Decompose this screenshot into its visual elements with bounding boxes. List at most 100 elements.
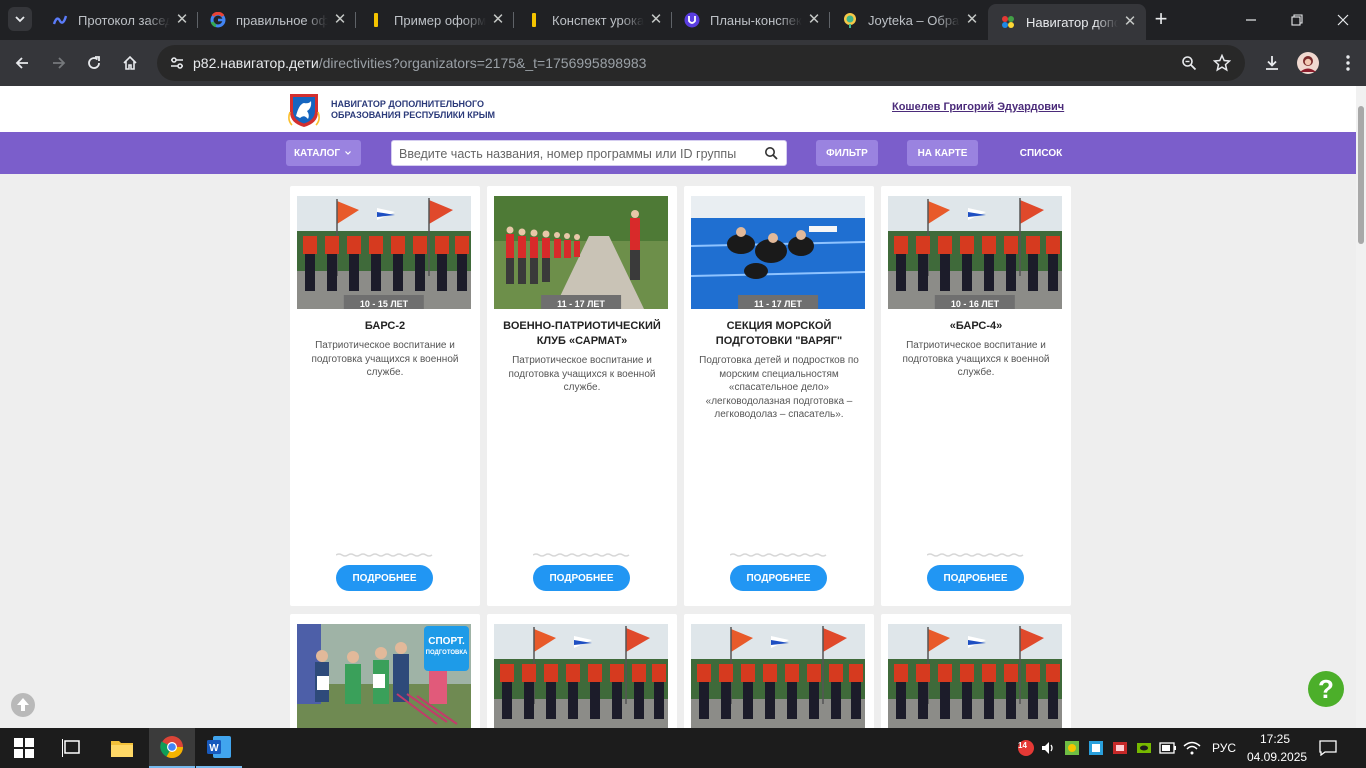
- chrome-taskbar-button[interactable]: [149, 728, 195, 768]
- program-photo-parade: [494, 624, 668, 728]
- details-button[interactable]: ПОДРОБНЕЕ: [336, 565, 433, 591]
- tray-app-icon-2[interactable]: [1086, 728, 1106, 768]
- yellow-bar-icon: [368, 12, 384, 28]
- start-button[interactable]: [0, 728, 48, 768]
- program-card[interactable]: 11 - 17 ЛЕТ СЕКЦИЯ МОРСКОЙ ПОДГОТОВКИ "В…: [684, 186, 874, 606]
- input-language[interactable]: РУС: [1212, 741, 1236, 755]
- restore-button[interactable]: [1274, 0, 1320, 40]
- browser-tab-active[interactable]: Навигатор допо ✕: [988, 4, 1146, 40]
- close-tab-icon[interactable]: ✕: [964, 12, 980, 28]
- browser-menu-button[interactable]: [1334, 49, 1362, 77]
- address-bar[interactable]: p82.навигатор.дети/directivities?organiz…: [157, 45, 1245, 81]
- tray-app-icon-3[interactable]: [1110, 728, 1130, 768]
- notification-badge-icon[interactable]: 14: [1015, 728, 1037, 768]
- details-button[interactable]: ПОДРОБНЕЕ: [927, 565, 1024, 591]
- wave-divider: [533, 553, 630, 557]
- wifi-icon[interactable]: [1182, 728, 1202, 768]
- close-tab-icon[interactable]: ✕: [1122, 14, 1138, 30]
- notification-count: 14: [1018, 741, 1027, 750]
- search-icon[interactable]: [764, 146, 778, 160]
- downloads-button[interactable]: [1258, 49, 1286, 77]
- forward-button[interactable]: [45, 49, 73, 77]
- zoom-icon[interactable]: [1179, 53, 1199, 73]
- doc-icon: [52, 12, 68, 28]
- battery-icon[interactable]: [1158, 728, 1178, 768]
- program-description: Патриотическое воспитание и подготовка у…: [508, 355, 656, 393]
- kebab-menu-icon: [1346, 55, 1350, 71]
- tab-title: Навигатор допо: [1026, 14, 1118, 30]
- wave-divider: [336, 553, 433, 557]
- nvidia-icon[interactable]: [1134, 728, 1154, 768]
- chevron-down-icon: [345, 151, 351, 155]
- profile-avatar[interactable]: [1294, 49, 1322, 77]
- site-info-button[interactable]: [165, 51, 189, 75]
- program-search-box: [391, 140, 787, 166]
- sport-badge-top: СПОРТ.: [428, 636, 465, 647]
- task-view-icon: [62, 739, 80, 757]
- tab-title: Joyteka – Обра: [868, 12, 960, 28]
- close-tab-icon[interactable]: ✕: [648, 12, 664, 28]
- list-view-button[interactable]: СПИСОК: [1010, 140, 1072, 166]
- details-button[interactable]: ПОДРОБНЕЕ: [533, 565, 630, 591]
- browser-tab[interactable]: Планы-конспек ✕: [672, 0, 830, 40]
- program-card[interactable]: СПОРТ. ПОДГОТОВКА: [290, 614, 480, 728]
- close-tab-icon[interactable]: ✕: [174, 12, 190, 28]
- tab-search-button[interactable]: [8, 7, 32, 31]
- program-card[interactable]: 10 - 16 ЛЕТ «БАРС-4» Патриотическое восп…: [881, 186, 1071, 606]
- program-card[interactable]: [881, 614, 1071, 728]
- word-taskbar-button[interactable]: W: [196, 728, 242, 768]
- browser-tab[interactable]: Конспект урока ✕: [514, 0, 672, 40]
- action-center-button[interactable]: [1314, 728, 1342, 768]
- url-text[interactable]: p82.навигатор.дети/directivities?organiz…: [193, 55, 646, 71]
- program-card[interactable]: 11 - 17 ЛЕТ ВОЕННО-ПАТРИОТИЧЕСКИЙ КЛУБ «…: [487, 186, 677, 606]
- download-icon: [1266, 56, 1278, 70]
- program-search-input[interactable]: [399, 145, 759, 163]
- catalog-label: КАТАЛОГ: [293, 147, 341, 159]
- tray-app-icon[interactable]: [1062, 728, 1082, 768]
- google-icon: [210, 12, 226, 28]
- file-explorer-button[interactable]: [98, 728, 146, 768]
- clock-date[interactable]: 04.09.2025: [1247, 750, 1307, 764]
- back-button[interactable]: [8, 49, 36, 77]
- catalog-button[interactable]: КАТАЛОГ: [286, 140, 361, 166]
- scrollbar-thumb[interactable]: [1358, 106, 1364, 244]
- bookmark-star-icon[interactable]: [1212, 53, 1232, 73]
- scroll-to-top-button[interactable]: [11, 693, 35, 717]
- site-logo-text[interactable]: НАВИГАТОР ДОПОЛНИТЕЛЬНОГО ОБРАЗОВАНИЯ РЕ…: [331, 99, 531, 121]
- filter-button[interactable]: ФИЛЬТР: [816, 140, 878, 166]
- new-tab-button[interactable]: +: [1149, 8, 1173, 32]
- volume-icon[interactable]: [1038, 728, 1058, 768]
- program-card[interactable]: [487, 614, 677, 728]
- yellow-bar-icon: [526, 12, 542, 28]
- program-card[interactable]: [684, 614, 874, 728]
- close-tab-icon[interactable]: ✕: [490, 12, 506, 28]
- program-description: Патриотическое воспитание и подготовка у…: [902, 340, 1050, 378]
- task-view-button[interactable]: [48, 728, 96, 768]
- chrome-icon: [160, 736, 183, 758]
- details-button[interactable]: ПОДРОБНЕЕ: [730, 565, 827, 591]
- close-window-button[interactable]: [1320, 0, 1366, 40]
- browser-tab[interactable]: Протокол засед ✕: [40, 0, 198, 40]
- help-button[interactable]: ?: [1308, 671, 1344, 707]
- browser-tab[interactable]: правильное оф ✕: [198, 0, 356, 40]
- close-tab-icon[interactable]: ✕: [806, 12, 822, 28]
- question-mark-icon: ?: [1318, 673, 1334, 704]
- minimize-button[interactable]: [1228, 0, 1274, 40]
- clock-time[interactable]: 17:25: [1260, 732, 1290, 746]
- reload-button[interactable]: [80, 49, 108, 77]
- tune-icon: [171, 57, 183, 69]
- program-card[interactable]: 10 - 15 ЛЕТ БАРС-2 Патриотическое воспит…: [290, 186, 480, 606]
- map-view-button[interactable]: НА КАРТЕ: [907, 140, 978, 166]
- joyteka-icon: [842, 12, 858, 28]
- program-description: Подготовка детей и подростков по морским…: [699, 355, 859, 420]
- user-profile-link[interactable]: Кошелев Григорий Эдуардович: [892, 101, 1064, 113]
- crimea-coat-of-arms-logo[interactable]: [287, 92, 321, 128]
- page-scrollbar[interactable]: [1356, 86, 1366, 728]
- close-tab-icon[interactable]: ✕: [332, 12, 348, 28]
- tab-title: правильное оф: [236, 12, 328, 28]
- browser-tab[interactable]: Пример оформ ✕: [356, 0, 514, 40]
- browser-tab[interactable]: Joyteka – Обра ✕: [830, 0, 988, 40]
- program-photo-parade: 10 - 16 ЛЕТ: [888, 196, 1062, 309]
- close-icon: [1337, 14, 1349, 26]
- home-button[interactable]: [116, 49, 144, 77]
